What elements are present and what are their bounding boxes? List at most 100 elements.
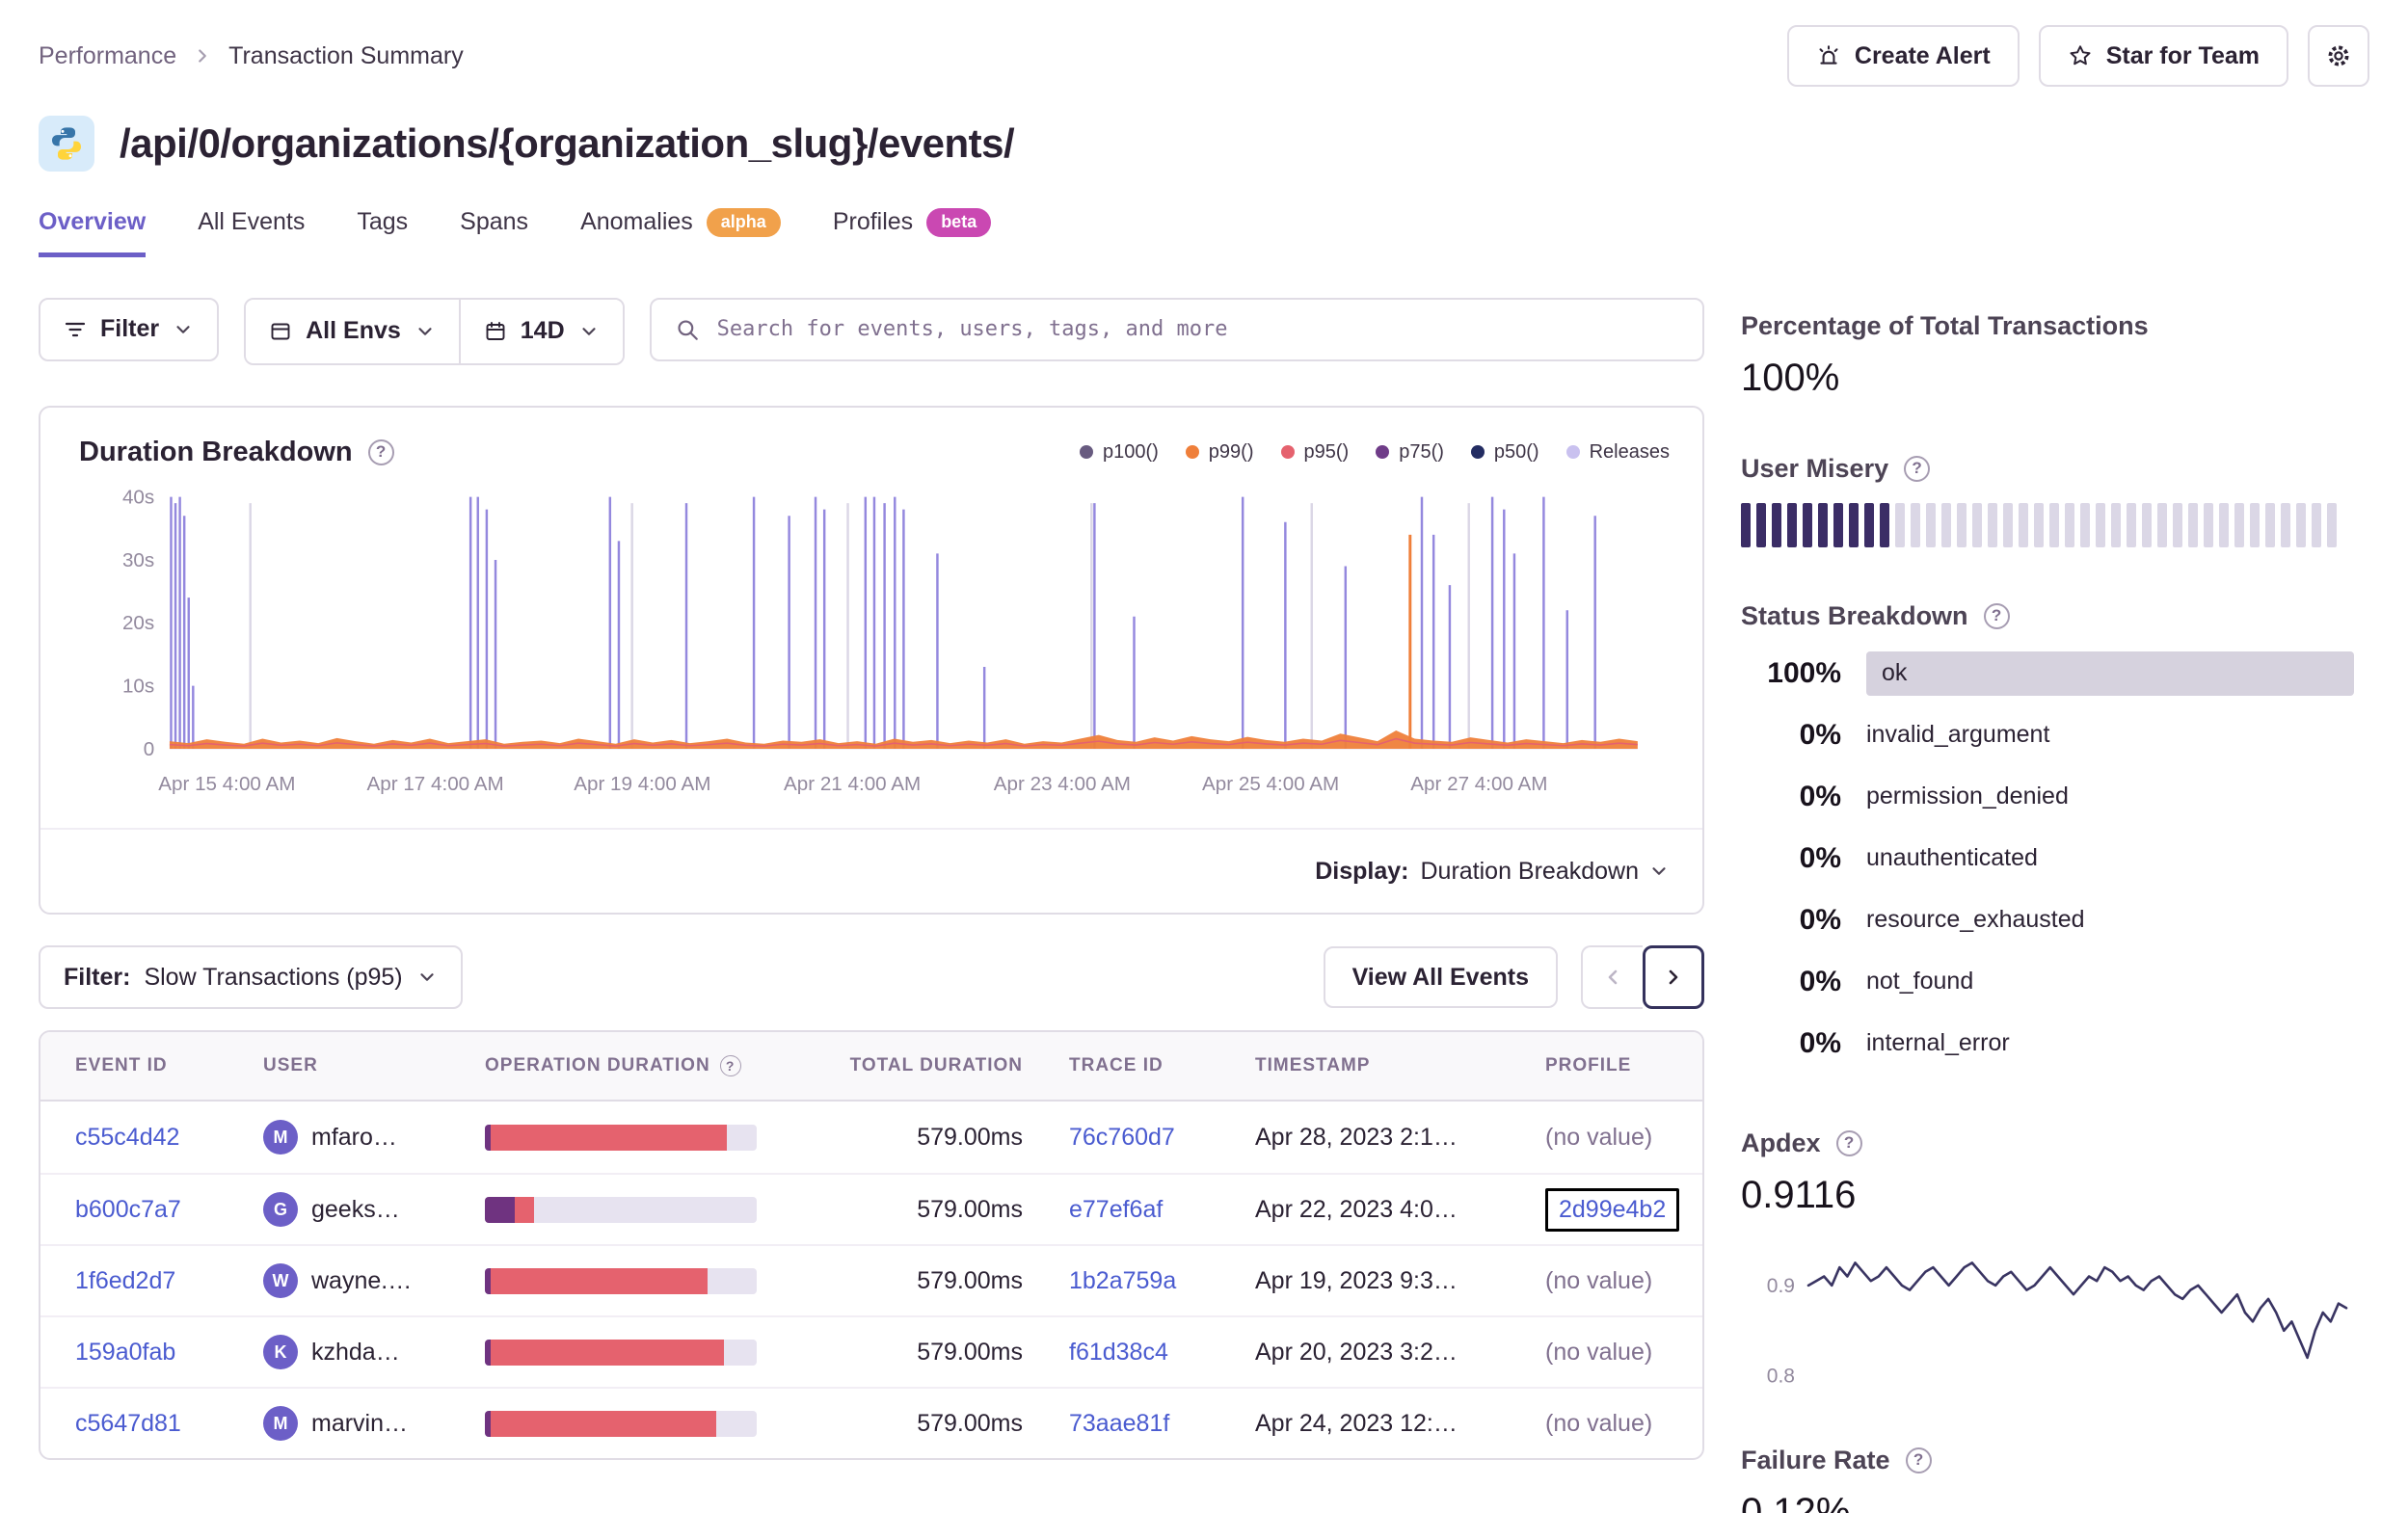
user-misery-bars: [1741, 502, 2354, 547]
header-actions: Create Alert Star for Team: [1786, 25, 2369, 87]
create-alert-label: Create Alert: [1854, 41, 1991, 69]
display-dropdown[interactable]: Duration Breakdown: [1420, 858, 1670, 886]
svg-text:0.8: 0.8: [1767, 1365, 1795, 1387]
tab-anomalies[interactable]: Anomalies alpha: [580, 208, 781, 257]
environment-dropdown[interactable]: All Envs: [246, 299, 459, 363]
status-row: 0% internal_error: [1741, 1013, 2354, 1075]
tab-spans[interactable]: Spans: [460, 208, 528, 257]
transaction-filter-dropdown[interactable]: Filter: Slow Transactions (p95): [39, 945, 463, 1010]
legend-item-p95[interactable]: p95(): [1280, 440, 1350, 464]
status-percentage: 100%: [1767, 656, 1841, 689]
tab-all-events[interactable]: All Events: [198, 208, 305, 257]
event-id-link[interactable]: b600c7a7: [75, 1196, 181, 1223]
duration-breakdown-chart[interactable]: 0 10s 20s 30s 40s Apr 15 4:00 AM Apr 17 4:00 A…: [58, 476, 1685, 829]
trace-id-link[interactable]: 1b2a759a: [1069, 1267, 1176, 1294]
tab-label: Overview: [39, 208, 147, 236]
op-bar-red-segment: [490, 1124, 727, 1151]
legend-item-p100[interactable]: p100(): [1079, 440, 1159, 464]
legend-label: p95(): [1303, 440, 1350, 463]
total-duration-value: 579.00ms: [917, 1195, 1023, 1223]
percentage-total-value: 100%: [1741, 356, 1840, 399]
chevron-down-icon: [582, 327, 596, 335]
trace-id-link[interactable]: 73aae81f: [1069, 1410, 1169, 1437]
legend-item-p50[interactable]: p50(): [1470, 440, 1539, 464]
create-alert-button[interactable]: Create Alert: [1786, 25, 2020, 87]
help-icon[interactable]: ?: [1905, 1447, 1932, 1473]
svg-text:0: 0: [144, 737, 154, 759]
status-percentage: 0%: [1799, 965, 1841, 997]
breadcrumb-current: Transaction Summary: [228, 41, 464, 69]
tab-label: Spans: [460, 208, 529, 236]
settings-button[interactable]: [2308, 25, 2369, 87]
user-name: marvin…: [311, 1409, 409, 1437]
date-range-dropdown[interactable]: 14D: [458, 299, 623, 363]
column-header-total-duration: TOTAL DURATION: [849, 1055, 1023, 1076]
operation-duration-bar: [485, 1339, 757, 1366]
misery-bar: [2111, 502, 2121, 547]
legend-label: p50(): [1493, 440, 1539, 463]
tab-overview[interactable]: Overview: [39, 208, 147, 257]
help-icon[interactable]: ?: [367, 438, 394, 465]
event-id-link[interactable]: c5647d81: [75, 1410, 181, 1437]
timestamp-value: Apr 19, 2023 9:3…: [1255, 1266, 1458, 1294]
status-percentage: 0%: [1799, 1026, 1841, 1059]
tab-tags[interactable]: Tags: [357, 208, 408, 257]
misery-bar: [2281, 502, 2290, 547]
duration-breakdown-panel: Duration Breakdown ? p100() p99() p95() …: [39, 405, 1704, 916]
star-for-team-button[interactable]: Star for Team: [2038, 25, 2288, 87]
svg-text:0.9: 0.9: [1767, 1274, 1795, 1296]
search-input[interactable]: [716, 317, 1679, 342]
total-duration-value: 579.00ms: [917, 1266, 1023, 1294]
table-row: c5647d81 Mmarvin… 579.00ms 73aae81f Apr …: [40, 1387, 1702, 1458]
window-icon: [271, 323, 290, 340]
filter-dropdown[interactable]: Filter: [39, 297, 220, 361]
status-row: 0% permission_denied: [1741, 766, 2354, 828]
view-all-events-button[interactable]: View All Events: [1323, 946, 1558, 1009]
status-label: ok: [1882, 659, 1908, 687]
misery-bar: [2234, 502, 2244, 547]
duration-chart-area: 0 10s 20s 30s 40s Apr 15 4:00 AM Apr 17 4:00 A…: [40, 472, 1702, 829]
legend-item-releases[interactable]: Releases: [1565, 441, 1670, 464]
next-page-button[interactable]: [1643, 945, 1704, 1010]
previous-page-button[interactable]: [1581, 945, 1643, 1010]
column-header-event-id: EVENT ID: [75, 1055, 168, 1076]
svg-text:Apr 25 4:00 AM: Apr 25 4:00 AM: [1202, 773, 1339, 795]
alpha-badge: alpha: [706, 208, 781, 237]
svg-text:40s: 40s: [122, 486, 154, 508]
status-row: 0% resource_exhausted: [1741, 889, 2354, 951]
status-breakdown-rows: 100% ok 0% invalid_argument 0% permissio…: [1741, 643, 2354, 1075]
apdex-chart[interactable]: 0.9 0.8: [1741, 1225, 2354, 1403]
user-name: geeks…: [311, 1195, 400, 1223]
legend-item-p99[interactable]: p99(): [1185, 441, 1254, 464]
help-icon[interactable]: ?: [1983, 602, 2010, 629]
chevron-right-icon: [199, 49, 206, 63]
status-label: permission_denied: [1866, 783, 2069, 810]
duration-title-text: Duration Breakdown: [79, 436, 353, 467]
chevron-down-icon: [420, 973, 434, 981]
trace-id-link[interactable]: f61d38c4: [1069, 1339, 1168, 1366]
timestamp-value: Apr 24, 2023 12:…: [1255, 1409, 1458, 1437]
sidebar: Percentage of Total Transactions 100% Us…: [1741, 298, 2354, 1513]
misery-bar: [2188, 502, 2198, 547]
event-id-link[interactable]: c55c4d42: [75, 1124, 179, 1151]
event-id-link[interactable]: 1f6ed2d7: [75, 1267, 175, 1294]
event-id-link[interactable]: 159a0fab: [75, 1339, 175, 1366]
legend-label: p100(): [1102, 440, 1159, 463]
section-apdex: Apdex? 0.9116 0.9 0.8: [1741, 1128, 2354, 1403]
legend-item-p75[interactable]: p75(): [1376, 441, 1444, 464]
misery-bar: [1756, 502, 1766, 547]
profile-link[interactable]: 2d99e4b2: [1559, 1196, 1666, 1223]
misery-bar: [2204, 502, 2213, 547]
trace-id-link[interactable]: 76c760d7: [1069, 1124, 1175, 1151]
misery-bar: [1864, 502, 1874, 547]
breadcrumb-performance-link[interactable]: Performance: [39, 42, 176, 70]
tab-profiles[interactable]: Profiles beta: [833, 208, 992, 257]
trace-id-link[interactable]: e77ef6af: [1069, 1196, 1163, 1223]
legend-dot: [1079, 445, 1093, 460]
environment-label: All Envs: [306, 317, 401, 345]
help-icon[interactable]: ?: [1835, 1129, 1862, 1156]
display-controls: Display: Duration Breakdown: [40, 828, 1702, 913]
help-icon[interactable]: ?: [719, 1055, 741, 1077]
python-project-icon: [39, 116, 94, 172]
help-icon[interactable]: ?: [1904, 455, 1931, 482]
